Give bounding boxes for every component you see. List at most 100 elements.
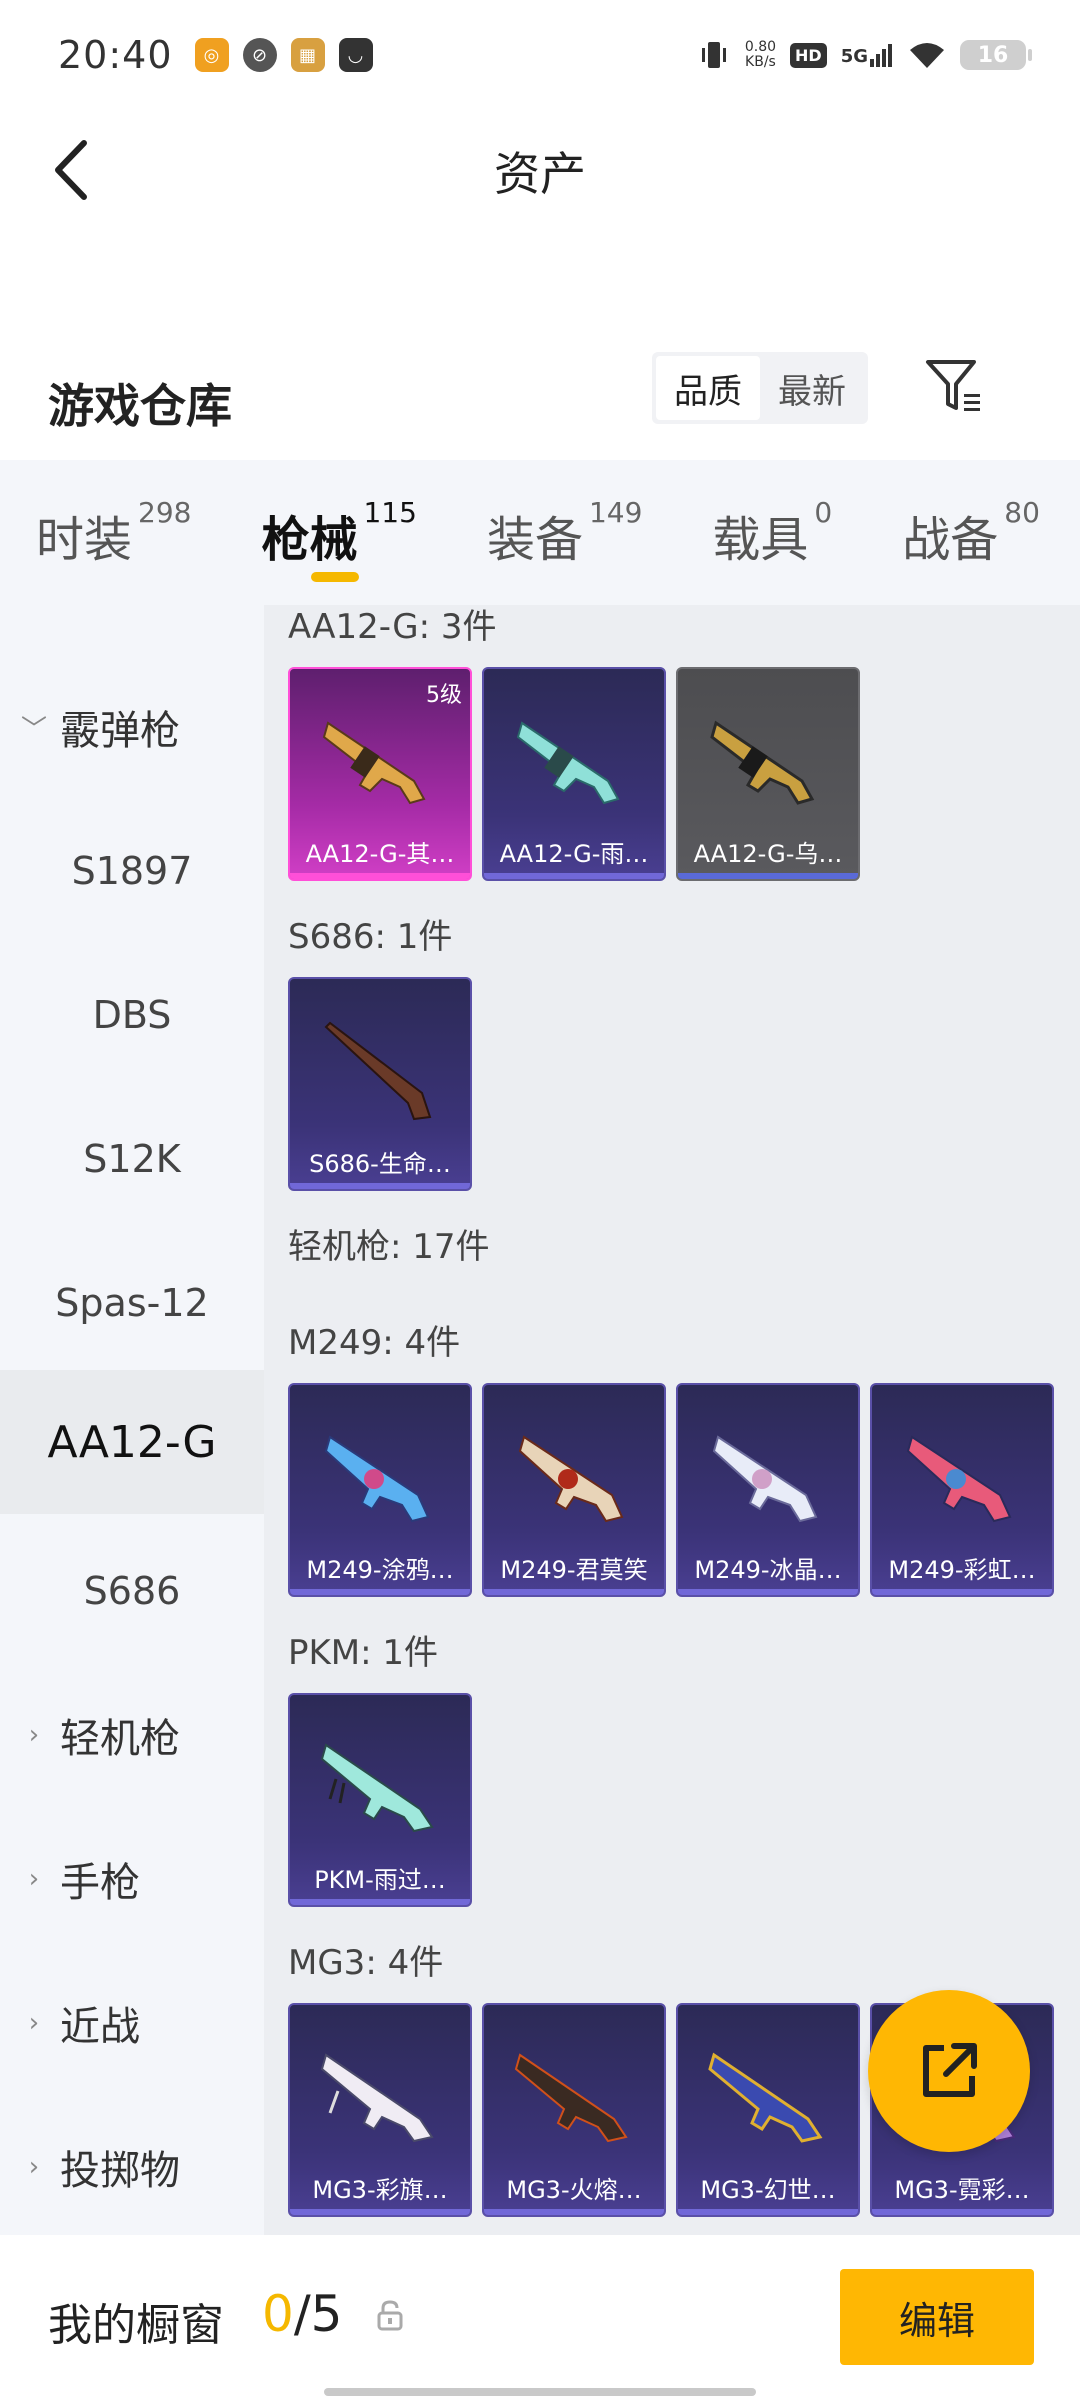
weapon-name: AA12-G-其… [305, 840, 455, 868]
weapon-name: M249-涂鸦… [306, 1556, 454, 1584]
rarity-bar [290, 1183, 470, 1189]
rarity-bar [872, 2209, 1052, 2215]
tab-count: 80 [1004, 496, 1040, 529]
page-title: 资产 [494, 147, 586, 201]
sidebar-item-label: DBS [92, 993, 172, 1037]
sort-latest-button[interactable]: 最新 [760, 356, 864, 420]
showcase-total: /5 [293, 2285, 343, 2343]
weapon-card[interactable]: AA12-G-乌… [676, 667, 860, 881]
rarity-bar [678, 2209, 858, 2215]
section-title-mg3: MG3: 4件 [288, 1943, 444, 1983]
sidebar-item-label: S12K [83, 1137, 181, 1181]
tab-fashion[interactable]: 时装 298 [36, 460, 191, 570]
sidebar-item-label: S1897 [71, 849, 193, 893]
app-notification-icon: ◡ [338, 38, 373, 72]
showcase-label: 我的橱窗 [48, 2300, 224, 2351]
tab-supplies[interactable]: 战备 80 [902, 460, 1040, 570]
sidebar-item-label: 轻机枪 [60, 1716, 180, 1762]
chevron-right-icon: › [28, 1720, 40, 1750]
vibrate-icon [701, 42, 726, 68]
weapon-card[interactable]: MG3-火熔… [482, 2003, 666, 2217]
weapon-name: AA12-G-乌… [693, 840, 843, 868]
machine-gun-icon [518, 1435, 624, 1523]
sidebar-item-s12k[interactable]: S12K [0, 1087, 264, 1231]
section-title-lmg: 轻机枪: 17件 [288, 1227, 490, 1267]
rarity-bar [484, 873, 664, 879]
sidebar-group-pistol[interactable]: › 手枪 [0, 1807, 264, 1951]
tab-vehicles[interactable]: 载具 0 [712, 460, 832, 570]
signal-icon: 5G [841, 43, 894, 67]
network-type: 5G [840, 46, 868, 67]
sidebar-item-s686[interactable]: S686 [0, 1519, 264, 1663]
weapon-card[interactable]: M249-涂鸦… [288, 1383, 472, 1597]
sidebar-item-label: S686 [83, 1569, 181, 1613]
weapon-card[interactable]: MG3-彩旗… [288, 2003, 472, 2217]
weapon-card[interactable]: PKM-雨过… [288, 1693, 472, 1907]
filter-button[interactable] [922, 354, 986, 418]
sidebar-group-throwable[interactable]: › 投掷物 [0, 2095, 264, 2239]
sidebar-item-aa12g[interactable]: AA12-G [0, 1370, 264, 1514]
weapon-name: PKM-雨过… [314, 1866, 446, 1894]
tab-equipment[interactable]: 装备 149 [487, 460, 642, 570]
rifle-icon [710, 720, 815, 805]
share-button[interactable] [868, 1990, 1030, 2152]
weapon-card[interactable]: 5级 AA12-G-其… [288, 667, 472, 881]
rarity-bar [484, 1589, 664, 1595]
chevron-right-icon: › [28, 1864, 40, 1894]
sidebar-group-shotgun[interactable]: ﹀ 霰弹枪 [0, 655, 264, 799]
weapon-card[interactable]: S686-生命… [288, 977, 472, 1191]
sidebar-item-label: 投掷物 [60, 2148, 180, 2194]
lock-icon [377, 2300, 403, 2331]
weapon-name: M249-冰晶… [694, 1556, 842, 1584]
sort-toggle: 品质 最新 [652, 352, 868, 424]
tab-count: 0 [814, 496, 833, 529]
rifle-icon [516, 721, 620, 805]
showcase-count: 0/5 [262, 2285, 342, 2343]
weapon-card[interactable]: M249-君莫笑 [482, 1383, 666, 1597]
active-tab-indicator [311, 572, 360, 582]
tab-count: 115 [363, 496, 417, 529]
machine-gun-icon [320, 1743, 434, 1833]
machine-gun-icon [514, 2053, 628, 2143]
sidebar-item-label: 近战 [60, 2004, 140, 2050]
edit-button[interactable]: 编辑 [840, 2269, 1034, 2365]
tab-count: 149 [588, 496, 643, 529]
tab-label: 装备 [486, 512, 583, 568]
sidebar-item-label: 霰弹枪 [60, 708, 180, 754]
sidebar-group-melee[interactable]: › 近战 [0, 1951, 264, 2095]
sidebar-item-spas12[interactable]: Spas-12 [0, 1231, 264, 1375]
weapon-card[interactable]: M249-彩虹… [870, 1383, 1054, 1597]
section-title-pkm: PKM: 1件 [288, 1633, 439, 1673]
category-tabs: 时装 298 枪械 115 装备 149 载具 0 战备 80 [0, 460, 1080, 605]
rarity-bar [290, 1899, 470, 1905]
weapon-card[interactable]: M249-冰晶… [676, 1383, 860, 1597]
sort-quality-button[interactable]: 品质 [656, 356, 760, 420]
hd-icon: HD [790, 42, 827, 68]
weapon-name: MG3-霓彩… [894, 2176, 1030, 2204]
home-indicator[interactable] [324, 2388, 756, 2396]
notification-icons: ◎ ⊘ ▦ ◡ [194, 38, 373, 72]
chevron-right-icon: › [28, 2152, 40, 2182]
network-speed: 0.80 KB/s [745, 40, 776, 70]
machine-gun-icon [906, 1435, 1012, 1523]
tab-label: 时装 [36, 512, 133, 568]
sidebar-item-s1897[interactable]: S1897 [0, 799, 264, 943]
tab-label: 战备 [902, 512, 999, 568]
status-time: 20:40 [58, 33, 173, 77]
shotgun-icon [324, 1021, 432, 1121]
tab-firearms[interactable]: 枪械 115 [261, 460, 417, 582]
sidebar-item-label: AA12-G [47, 1416, 217, 1468]
app-notification-icon: ⊘ [242, 38, 277, 72]
app-notification-icon: ▦ [290, 38, 325, 72]
weapon-card[interactable]: MG3-幻世… [676, 2003, 860, 2217]
weapon-card[interactable]: AA12-G-雨… [482, 667, 666, 881]
showcase-current: 0 [262, 2285, 294, 2343]
weapon-name: AA12-G-雨… [499, 840, 649, 868]
filter-icon [926, 360, 980, 411]
sidebar-item-label: Spas-12 [55, 1281, 209, 1325]
tab-label: 枪械 [261, 512, 358, 568]
sidebar-group-lmg[interactable]: › 轻机枪 [0, 1663, 264, 1807]
sidebar-item-dbs[interactable]: DBS [0, 943, 264, 1087]
chevron-right-icon: › [28, 2008, 40, 2038]
warehouse-header: 游戏仓库 品质 最新 [0, 340, 1080, 460]
